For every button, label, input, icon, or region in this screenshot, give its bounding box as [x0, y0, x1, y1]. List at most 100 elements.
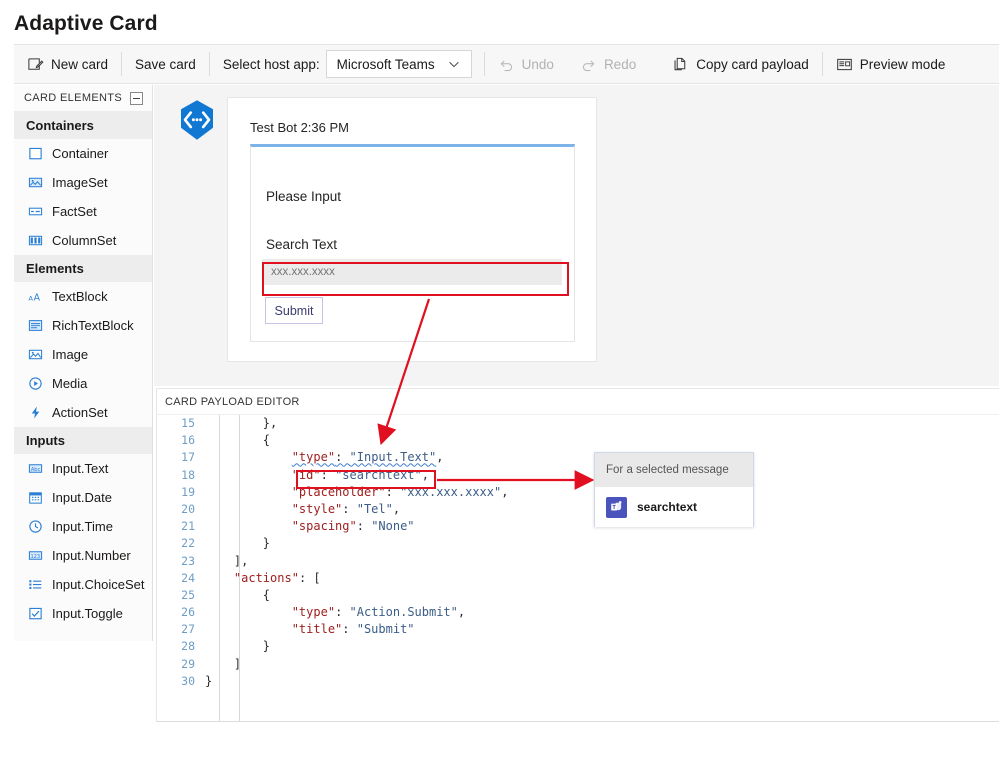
input-number-icon: 123: [28, 548, 43, 563]
sidebar-item-factset[interactable]: FactSet: [14, 197, 152, 226]
line-number: 21: [181, 519, 195, 534]
sidebar-item-label: ImageSet: [52, 175, 108, 190]
sidebar-item-container[interactable]: Container: [14, 139, 152, 168]
code-line-text: ]: [205, 656, 999, 673]
bot-message-card: Test Bot 2:36 PM Please Input Search Tex…: [227, 97, 597, 362]
code-token: "id": [291, 467, 321, 482]
svg-text:A: A: [34, 292, 41, 303]
code-line: 20 "style": "Tel",: [157, 501, 999, 518]
flow-trigger-popup: For a selected message searchtext: [594, 452, 754, 527]
card-payload-editor: CARD PAYLOAD EDITOR 15 }, 16 {17 "type": …: [156, 388, 999, 722]
imageset-icon: [28, 175, 43, 190]
code-token: "Input.Text": [349, 450, 437, 465]
redo-button[interactable]: Redo: [567, 44, 649, 84]
json-code-area[interactable]: 15 }, 16 {17 "type": "Input.Text", 18 "id"…: [157, 415, 999, 721]
new-card-icon: [27, 56, 44, 73]
redo-label: Redo: [603, 56, 637, 72]
code-line: 23 ],: [157, 553, 999, 570]
sidebar-item-label: Input.Number: [52, 548, 131, 563]
sidebar-item-input-choiceset[interactable]: Input.ChoiceSet: [14, 570, 152, 599]
code-token: "None": [371, 519, 415, 534]
host-app-label: Select host app:: [222, 56, 320, 72]
preview-mode-button[interactable]: Preview mode: [823, 44, 959, 84]
code-line: 27 "title": "Submit": [157, 621, 999, 638]
search-text-label: Search Text: [266, 237, 338, 252]
undo-button[interactable]: Undo: [485, 44, 567, 84]
line-number: 22: [181, 536, 195, 551]
code-token: ,: [457, 605, 466, 620]
sidebar-item-richtextblock[interactable]: RichTextBlock: [14, 311, 152, 340]
code-token: "Action.Submit": [349, 605, 458, 620]
code-token: "type": [291, 605, 336, 620]
sidebar-item-input-number[interactable]: 123 Input.Number: [14, 541, 152, 570]
sidebar-item-input-time[interactable]: Input.Time: [14, 512, 152, 541]
code-line-text: {: [205, 432, 999, 449]
sidebar-item-label: ColumnSet: [52, 233, 117, 248]
line-number: 24: [181, 570, 195, 585]
sidebar-item-label: Input.Date: [52, 490, 112, 505]
toolbar: New card Save card Select host app: Micr…: [14, 44, 999, 84]
svg-text:123: 123: [30, 554, 40, 560]
code-token: :: [342, 501, 357, 516]
svg-text:Abc: Abc: [31, 467, 41, 473]
code-line-text: "actions": [: [205, 570, 999, 587]
columnset-icon: [28, 233, 43, 248]
line-number: 23: [181, 553, 195, 568]
host-app-select[interactable]: Microsoft Teams: [325, 50, 472, 78]
code-token: "spacing": [291, 519, 357, 534]
code-token: "searchtext": [335, 467, 422, 482]
sidebar-item-textblock[interactable]: A A TextBlock: [14, 282, 152, 311]
copy-card-payload-label: Copy card payload: [696, 56, 809, 72]
copy-card-payload-button[interactable]: Copy card payload: [659, 44, 822, 84]
code-lines: 15 }, 16 {17 "type": "Input.Text", 18 "id"…: [157, 415, 999, 690]
input-date-icon: [28, 490, 43, 505]
search-text-input[interactable]: [262, 259, 562, 285]
container-icon: [28, 146, 43, 161]
actionset-icon: [28, 405, 43, 420]
preview-mode-icon: [836, 56, 853, 73]
code-line-text: "type": "Action.Submit",: [205, 604, 999, 621]
flow-popup-header: For a selected message: [595, 453, 753, 487]
code-line: 22 }: [157, 535, 999, 552]
code-line: 19 "placeholder": "xxx.xxx.xxxx",: [157, 484, 999, 501]
undo-icon: [498, 56, 515, 73]
sidebar-item-label: Input.Toggle: [52, 606, 123, 621]
sidebar-item-input-date[interactable]: Input.Date: [14, 483, 152, 512]
sidebar-item-label: Input.Time: [52, 519, 113, 534]
code-token: }: [205, 639, 271, 654]
save-card-button[interactable]: Save card: [122, 44, 209, 84]
input-text-icon: Abc: [28, 461, 43, 476]
code-token: :: [356, 519, 372, 534]
sidebar-item-input-toggle[interactable]: Input.Toggle: [14, 599, 152, 628]
page-title: Adaptive Card: [14, 12, 158, 35]
bot-name-timestamp: Test Bot 2:36 PM: [250, 120, 349, 135]
flow-popup-item[interactable]: searchtext: [595, 487, 753, 527]
line-number: 19: [181, 484, 195, 499]
code-token: :: [320, 467, 336, 482]
sidebar-item-input-text[interactable]: Abc Input.Text: [14, 454, 152, 483]
submit-button[interactable]: Submit: [265, 297, 323, 324]
chevron-down-icon: [446, 56, 463, 73]
redo-icon: [580, 56, 597, 73]
sidebar-item-columnset[interactable]: ColumnSet: [14, 226, 152, 255]
sidebar-item-media[interactable]: Media: [14, 369, 152, 398]
line-number: 20: [181, 501, 195, 516]
new-card-button[interactable]: New card: [14, 44, 121, 84]
sidebar-item-imageset[interactable]: ImageSet: [14, 168, 152, 197]
sidebar-item-label: RichTextBlock: [52, 318, 134, 333]
payload-editor-header: CARD PAYLOAD EDITOR: [157, 389, 999, 415]
collapse-sidebar-button[interactable]: [130, 91, 143, 105]
code-line: 30}: [157, 673, 999, 690]
sidebar-item-actionset[interactable]: ActionSet: [14, 398, 152, 427]
code-token: {: [205, 587, 271, 602]
code-token: "actions": [233, 570, 299, 585]
input-time-icon: [28, 519, 43, 534]
adaptive-card-logo-icon: [174, 97, 220, 143]
sidebar-item-image[interactable]: Image: [14, 340, 152, 369]
code-token: "type": [291, 450, 336, 465]
